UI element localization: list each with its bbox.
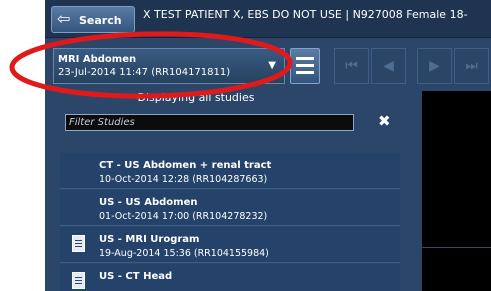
study-title: US - US Abdomen [99, 197, 198, 208]
chevron-down-icon: ▼ [268, 60, 276, 71]
study-list-item[interactable]: US - MRI Urogram 19-Aug-2014 15:36 (RR10… [60, 227, 400, 263]
report-document-icon [72, 235, 85, 252]
report-document-icon [72, 272, 85, 289]
study-list-item[interactable]: CT - US Abdomen + renal tract 10-Oct-201… [60, 153, 400, 189]
study-list: CT - US Abdomen + renal tract 10-Oct-201… [60, 153, 400, 291]
menu-icon-bar [296, 57, 314, 60]
back-arrow-icon: ⇦ [57, 9, 71, 28]
menu-button[interactable] [290, 48, 320, 84]
previous-study-button[interactable]: ◀ [371, 48, 406, 84]
study-title: CT - US Abdomen + renal tract [99, 160, 272, 171]
study-date: 19-Aug-2014 15:36 (RR104155984) [99, 248, 269, 259]
clear-filter-icon[interactable]: ✖ [378, 112, 391, 130]
image-viewer[interactable] [422, 91, 491, 291]
search-back-button[interactable]: ⇦ Search [51, 6, 135, 33]
patient-banner: X TEST PATIENT X, EBS DO NOT USE | N9270… [143, 8, 468, 21]
study-list-item[interactable]: US - CT Head [60, 264, 400, 291]
displaying-label: Displaying all studies [137, 91, 255, 104]
application-window: ⇦ Search X TEST PATIENT X, EBS DO NOT US… [45, 0, 491, 291]
viewer-divider [422, 247, 491, 248]
filter-studies-input[interactable] [65, 114, 354, 131]
study-list-item[interactable]: US - US Abdomen 01-Oct-2014 17:00 (RR104… [60, 190, 400, 226]
study-title: US - CT Head [99, 271, 173, 282]
study-date: 01-Oct-2014 17:00 (RR104278232) [99, 211, 268, 222]
selected-study-dropdown[interactable]: MRI Abdomen 23-Jul-2014 11:47 (RR1041718… [53, 48, 285, 84]
menu-icon-bar [296, 71, 314, 74]
search-button-label: Search [79, 14, 122, 27]
next-study-button[interactable]: ▶ [417, 48, 452, 84]
selected-study-title: MRI Abdomen [58, 54, 137, 65]
header-bar: ⇦ Search X TEST PATIENT X, EBS DO NOT US… [45, 0, 491, 38]
study-date: 10-Oct-2014 12:28 (RR104287663) [99, 174, 268, 185]
study-title: US - MRI Urogram [99, 234, 200, 245]
menu-icon-bar [296, 64, 314, 67]
first-study-button[interactable]: ⏮ [334, 48, 369, 84]
last-study-button[interactable]: ⏭ [454, 48, 489, 84]
selected-study-date: 23-Jul-2014 11:47 (RR104171811) [58, 67, 231, 78]
